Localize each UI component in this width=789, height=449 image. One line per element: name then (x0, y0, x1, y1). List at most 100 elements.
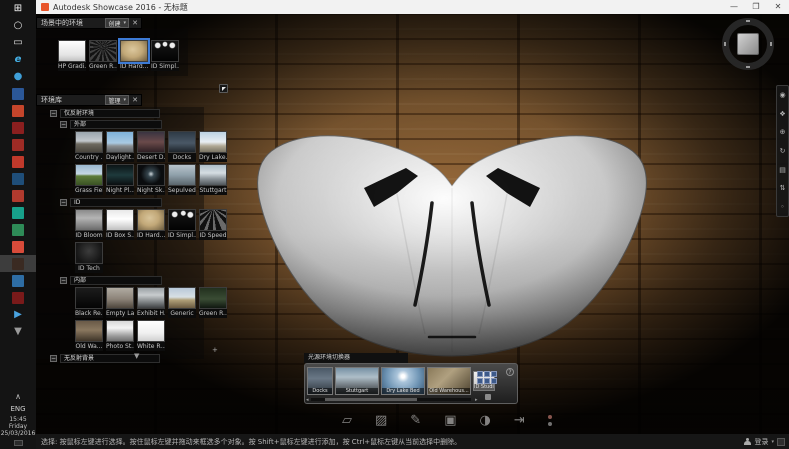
collapse-toggle-icon[interactable]: − (50, 355, 57, 362)
library-group-label[interactable]: 仅反射环境 (60, 109, 160, 118)
env-thumbnail[interactable] (168, 209, 196, 231)
orbit-icon[interactable]: ↻ (780, 147, 786, 155)
collapse-toggle-icon[interactable]: − (60, 121, 67, 128)
internet-browser-taskbar-item[interactable]: ● (0, 68, 36, 85)
library-group-label[interactable]: ID (70, 198, 162, 207)
adobe-app-taskbar-item[interactable] (0, 153, 36, 170)
env-thumbnail[interactable] (120, 40, 148, 62)
tray-clock[interactable]: 15:45 Friday 25/03/2016 (0, 416, 36, 437)
word-app-taskbar-item[interactable] (0, 85, 36, 102)
edge-browser-taskbar-item[interactable]: e (0, 51, 36, 68)
switcher-preset-button[interactable] (491, 378, 497, 384)
library-panel-close-icon[interactable]: ✕ (130, 95, 140, 105)
env-thumbnail[interactable] (199, 131, 227, 153)
help-icon[interactable]: ? (506, 368, 514, 376)
signin-button[interactable]: 登录 (754, 437, 768, 447)
language-indicator[interactable]: ENG (0, 405, 36, 413)
env-thumbnail[interactable] (151, 40, 179, 62)
scene-panel-close-icon[interactable]: ✕ (130, 18, 140, 28)
env-thumbnail[interactable] (106, 287, 134, 309)
switcher-option-icon[interactable] (485, 394, 491, 400)
maroon-app-taskbar-item[interactable] (0, 289, 36, 306)
scene-environments-header[interactable]: 场景中的环境 创建 ▾ ✕ (36, 17, 142, 29)
scrollbar-thumb[interactable] (325, 398, 417, 401)
scroll-left-icon[interactable]: ◂ (306, 397, 309, 403)
minimize-button[interactable]: — (723, 0, 745, 14)
adobe-reader-app-taskbar-item[interactable] (0, 119, 36, 136)
env-thumbnail[interactable] (75, 164, 103, 186)
showcase-app-taskbar-item[interactable] (0, 255, 36, 272)
teal-app-taskbar-item[interactable] (0, 204, 36, 221)
statusbar-extra-icon[interactable] (777, 438, 785, 446)
env-thumbnail[interactable] (106, 209, 134, 231)
library-group-label[interactable]: 内部 (70, 276, 162, 285)
env-thumbnail[interactable] (137, 287, 165, 309)
viewcube-cube[interactable] (737, 33, 759, 55)
env-thumbnail[interactable] (199, 164, 227, 186)
steering-wheel-icon[interactable]: ◉ (779, 91, 785, 99)
env-thumbnail[interactable] (168, 131, 196, 153)
publish-icon[interactable]: ⇥ (514, 413, 525, 428)
environment-library-header[interactable]: 环境库 管理 ▾ ✕ (36, 94, 142, 106)
env-thumbnail[interactable] (58, 40, 86, 62)
open-folder-icon[interactable]: ▱ (342, 413, 352, 428)
switcher-preset-button[interactable] (477, 378, 483, 384)
zoom-icon[interactable]: ⊕ (780, 128, 786, 136)
env-thumbnail[interactable] (75, 131, 103, 153)
appearance-brush-icon[interactable]: ✎ (410, 413, 421, 428)
scroll-right-icon[interactable]: ▸ (475, 397, 478, 403)
switcher-thumbnail[interactable]: Docks (307, 367, 333, 395)
switcher-thumbnail[interactable]: Dry Lake Bed (381, 367, 425, 395)
collapse-toggle-icon[interactable]: − (60, 277, 67, 284)
scroll-more-icon[interactable]: ▼ (134, 352, 139, 360)
close-button[interactable]: ✕ (767, 0, 789, 14)
env-thumbnail[interactable] (75, 320, 103, 342)
touch-keyboard-icon[interactable] (14, 440, 23, 446)
powerpoint-app-taskbar-item[interactable] (0, 102, 36, 119)
env-thumbnail[interactable] (168, 287, 196, 309)
camera-icon[interactable]: ▣ (444, 413, 456, 428)
switcher-thumbnail[interactable]: Old Warehous... (427, 367, 471, 395)
environment-icon[interactable]: ▨ (375, 413, 387, 428)
green-app-taskbar-item[interactable] (0, 221, 36, 238)
env-thumbnail[interactable] (137, 320, 165, 342)
more-tools-icon[interactable]: ◦ (780, 203, 784, 211)
media-player-app-taskbar-item[interactable]: ▶ (0, 306, 36, 323)
env-thumbnail[interactable] (199, 287, 227, 309)
switcher-scrollbar[interactable] (311, 398, 471, 401)
switcher-preset-button[interactable] (477, 371, 483, 377)
env-thumbnail[interactable] (89, 40, 117, 62)
pan-hand-icon[interactable]: ❖ (779, 110, 785, 118)
switcher-preset-button[interactable] (491, 371, 497, 377)
switcher-thumbnail[interactable]: Stuttgart (335, 367, 379, 395)
collapse-toggle-icon[interactable]: − (60, 199, 67, 206)
switcher-preset-button[interactable] (484, 371, 490, 377)
env-thumbnail[interactable] (106, 320, 134, 342)
env-thumbnail[interactable] (168, 164, 196, 186)
walk-icon[interactable]: ⇅ (780, 184, 786, 192)
library-group-label[interactable]: 外部 (70, 120, 162, 129)
library-group-label[interactable]: 无反射背景 (60, 354, 160, 363)
search-taskbar-item[interactable]: ○ (0, 17, 36, 34)
car-hood-model[interactable] (246, 108, 658, 366)
task-view-taskbar-item[interactable]: ▭ (0, 34, 36, 51)
env-thumbnail[interactable] (137, 164, 165, 186)
env-thumbnail[interactable] (75, 242, 103, 264)
env-thumbnail[interactable] (75, 287, 103, 309)
manage-menu-button[interactable]: 管理 ▾ (105, 95, 129, 105)
chevron-down-icon[interactable]: ▾ (771, 439, 774, 445)
create-menu-button[interactable]: 创建 ▾ (105, 18, 129, 28)
orange-app-taskbar-item[interactable] (0, 238, 36, 255)
gray-app-taskbar-item[interactable]: ▼ (0, 323, 36, 340)
env-thumbnail[interactable] (137, 209, 165, 231)
photoshop-app-taskbar-item[interactable] (0, 170, 36, 187)
autocad-app-taskbar-item[interactable] (0, 136, 36, 153)
env-thumbnail[interactable] (75, 209, 103, 231)
start-menu-taskbar-item[interactable]: ⊞ (0, 0, 36, 17)
red-app-taskbar-item[interactable] (0, 187, 36, 204)
blue-app-taskbar-item[interactable] (0, 272, 36, 289)
visual-style-icon[interactable]: ◑ (480, 413, 491, 428)
env-thumbnail[interactable] (199, 209, 227, 231)
viewcube[interactable] (722, 18, 774, 70)
maximize-button[interactable]: ❐ (745, 0, 767, 14)
